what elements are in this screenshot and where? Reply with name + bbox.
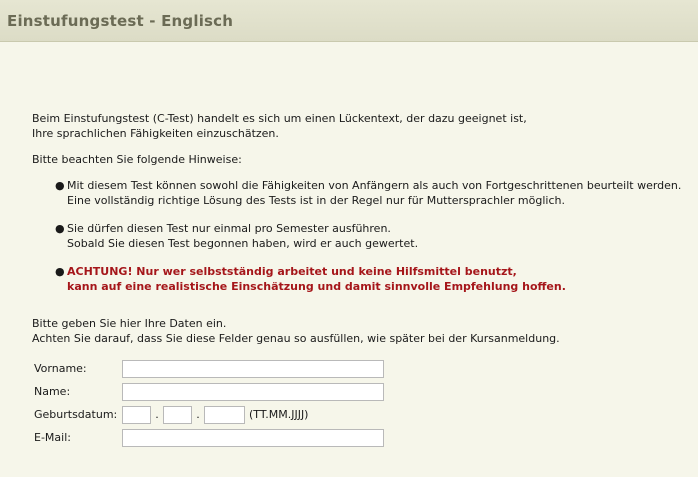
form-intro-line-2: Achten Sie darauf, dass Sie diese Felder… (32, 332, 560, 345)
firstname-input[interactable] (122, 359, 384, 378)
date-format-hint: (TT.MM.JJJJ) (249, 408, 309, 421)
page-header: Einstufungstest - Englisch (0, 0, 698, 42)
form-row-birthdate: Geburtsdatum: .. (TT.MM.JJJJ) (32, 403, 384, 426)
main-content: Beim Einstufungstest (C-Test) handelt es… (32, 111, 692, 449)
hint-item: ● Sie dürfen diesen Test nur einmal pro … (55, 221, 692, 251)
birthdate-label: Geburtsdatum: (34, 408, 118, 421)
bullet-icon: ● (55, 179, 65, 192)
date-separator: . (155, 408, 159, 421)
intro-line-2: Ihre sprachlichen Fähigkeiten einzuschät… (32, 127, 279, 140)
birthdate-year-input[interactable] (204, 405, 245, 424)
hints-list: ● Mit diesem Test können sowohl die Fähi… (32, 178, 692, 294)
hints-heading: Bitte beachten Sie folgende Hinweise: (32, 153, 242, 166)
warning-line-1: ACHTUNG! Nur wer selbstständig arbeitet … (67, 265, 517, 278)
form-intro-line-1: Bitte geben Sie hier Ihre Daten ein. (32, 317, 227, 330)
intro-line-1: Beim Einstufungstest (C-Test) handelt es… (32, 112, 527, 125)
intro-text: Beim Einstufungstest (C-Test) handelt es… (32, 111, 692, 141)
form-intro: Bitte geben Sie hier Ihre Daten ein. Ach… (32, 316, 692, 346)
form-row-email: E-Mail: (32, 426, 384, 449)
hint-item: ● Mit diesem Test können sowohl die Fähi… (55, 178, 692, 208)
bullet-icon: ● (55, 265, 65, 278)
firstname-label: Vorname: (34, 362, 87, 375)
hint-line-2: Sobald Sie diesen Test begonnen haben, w… (67, 237, 419, 250)
hint-line-2: Eine vollständig richtige Lösung des Tes… (67, 194, 565, 207)
page-title: Einstufungstest - Englisch (7, 12, 234, 30)
name-label: Name: (34, 385, 71, 398)
birthdate-day-input[interactable] (122, 405, 151, 424)
warning-hint: ● ACHTUNG! Nur wer selbstständig arbeite… (55, 264, 692, 294)
form-row-name: Name: (32, 380, 384, 403)
hint-line-1: Mit diesem Test können sowohl die Fähigk… (67, 179, 682, 192)
name-input[interactable] (122, 382, 384, 401)
bullet-icon: ● (55, 222, 65, 235)
email-input[interactable] (122, 428, 384, 447)
personal-data-form: Vorname: Name: Geburtsdatum: .. (TT.MM.JJ… (32, 357, 384, 449)
hint-line-1: Sie dürfen diesen Test nur einmal pro Se… (67, 222, 391, 235)
birthdate-month-input[interactable] (163, 405, 192, 424)
email-label: E-Mail: (34, 431, 71, 444)
form-row-firstname: Vorname: (32, 357, 384, 380)
warning-line-2: kann auf eine realistische Einschätzung … (67, 280, 566, 293)
date-separator: . (196, 408, 200, 421)
